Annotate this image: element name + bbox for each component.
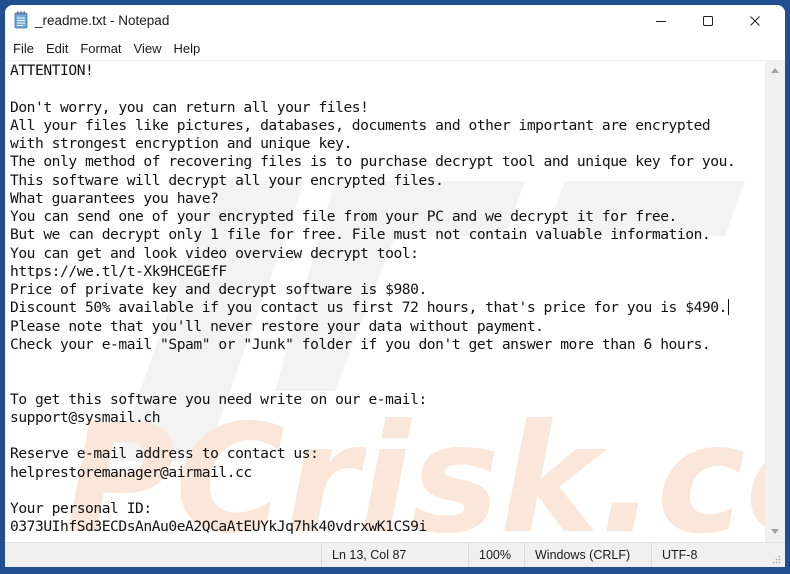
text-line: with strongest encryption and unique key… <box>10 135 352 152</box>
text-line: You can send one of your encrypted file … <box>10 208 677 225</box>
text-line: Your personal ID: <box>10 500 152 517</box>
menu-help[interactable]: Help <box>167 38 206 60</box>
document-text[interactable]: ATTENTION! Don't worry, you can return al… <box>10 62 765 537</box>
menu-format[interactable]: Format <box>74 38 127 60</box>
text-line: helprestoremanager@airmail.cc <box>10 463 252 481</box>
text-line: You can get and look video overview decr… <box>10 244 419 262</box>
text-line: The only method of recovering files is t… <box>10 153 736 171</box>
scroll-down-icon[interactable] <box>771 529 779 534</box>
text-line: https://we.tl/t-Xk9HCEGEfF <box>10 262 227 280</box>
text-line: To get this software you need write on o… <box>10 390 427 408</box>
encoding: UTF-8 <box>651 543 765 567</box>
resize-grip-icon[interactable] <box>771 554 781 564</box>
text-line: All your files like pictures, databases,… <box>10 116 711 134</box>
text-line <box>10 354 765 372</box>
text-line <box>10 372 765 390</box>
status-bar: Ln 13, Col 87 100% Windows (CRLF) UTF-8 <box>5 542 785 567</box>
maximize-button[interactable] <box>685 5 731 37</box>
line-ending: Windows (CRLF) <box>524 543 651 567</box>
title-bar[interactable]: _readme.txt - Notepad <box>5 5 785 37</box>
minimize-button[interactable] <box>638 5 684 37</box>
text-line <box>10 80 765 98</box>
text-line: Please note that you'll never restore yo… <box>10 317 544 335</box>
notepad-window: _readme.txt - Notepad File Edit Format V… <box>5 5 785 567</box>
menu-bar: File Edit Format View Help <box>5 38 785 60</box>
maximize-icon <box>703 16 713 26</box>
text-line: ATTENTION! <box>10 62 94 79</box>
text-line: Price of private key and decrypt softwar… <box>10 281 427 298</box>
scroll-up-icon[interactable] <box>771 68 779 73</box>
text-caret <box>727 299 729 316</box>
vertical-scrollbar[interactable] <box>765 60 785 542</box>
text-line: This software will decrypt all your encr… <box>10 171 444 189</box>
zoom-level: 100% <box>468 543 524 567</box>
text-line <box>10 482 765 500</box>
close-button[interactable] <box>732 5 778 37</box>
notepad-icon <box>14 11 28 29</box>
text-line: Reserve e-mail address to contact us: <box>10 445 319 463</box>
menu-file[interactable]: File <box>7 38 40 60</box>
text-line: 0373UIhfSd3ECDsAnAu0eA2QCaAtEUYkJq7hk40v… <box>10 518 427 536</box>
text-line: support@sysmail.ch <box>10 408 161 426</box>
minimize-icon <box>656 21 666 22</box>
text-line: What guarantees you have? <box>10 189 219 207</box>
window-title: _readme.txt - Notepad <box>35 13 170 28</box>
text-line: Don't worry, you can return all your fil… <box>10 98 369 116</box>
text-line <box>10 427 765 445</box>
text-editor[interactable]: PCrisk.com ATTENTION!Don't worry, you ca… <box>5 60 765 543</box>
text-line: But we can decrypt only 1 file for free.… <box>10 226 711 244</box>
menu-view[interactable]: View <box>128 38 168 60</box>
text-line: Check your e-mail "Spam" or "Junk" folde… <box>10 335 711 353</box>
text-line: Discount 50% available if you contact us… <box>10 299 729 317</box>
close-icon <box>750 16 760 26</box>
cursor-position: Ln 13, Col 87 <box>321 543 468 567</box>
menu-edit[interactable]: Edit <box>40 38 74 60</box>
